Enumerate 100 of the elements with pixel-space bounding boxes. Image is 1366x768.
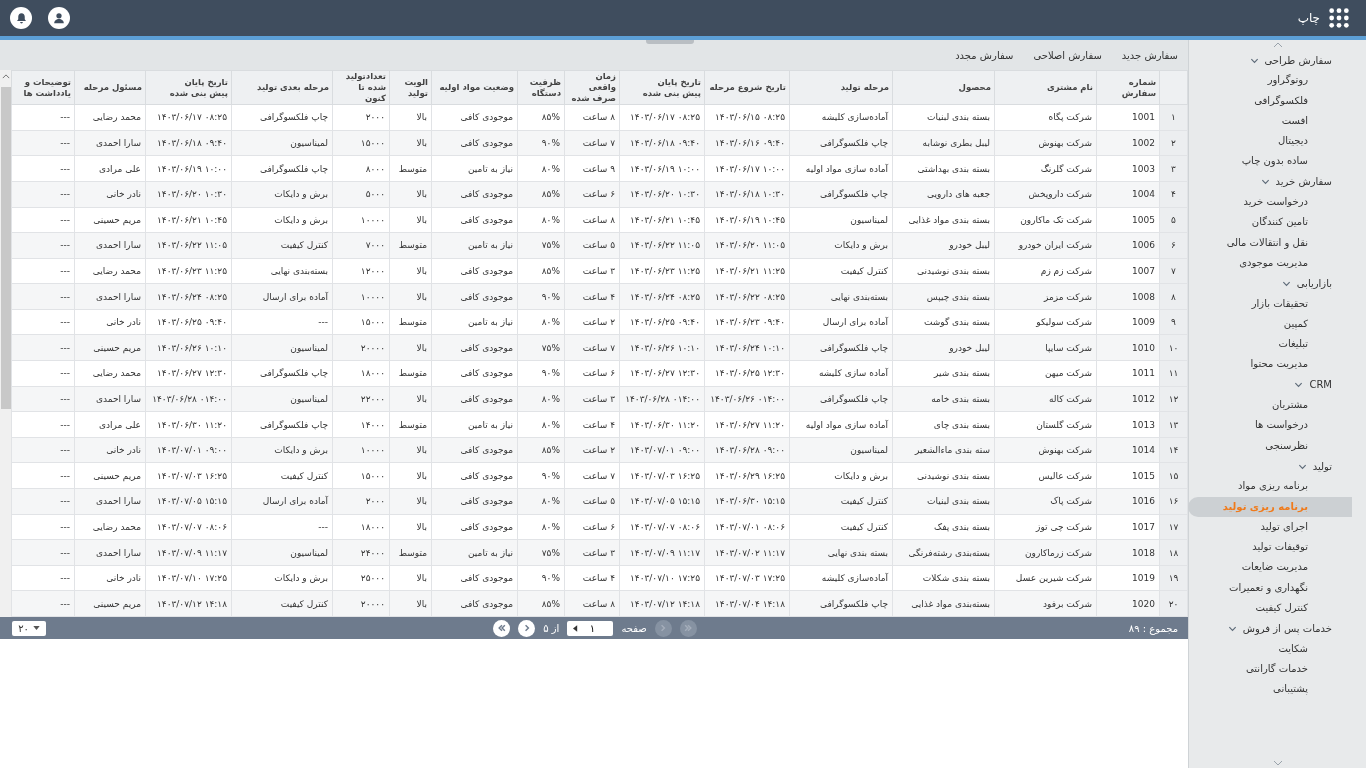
product-name-cell: بسته بندی پفک [892, 514, 995, 540]
start-date-cell: ۱۰:۴۵ ۱۴۰۳/۰۶/۱۹ [704, 207, 790, 233]
machine-capacity-cell: ۸۵% [517, 258, 565, 284]
nav-item[interactable]: مدیریت ضایعات [1189, 557, 1366, 578]
start-date-cell: ۰۱۴:۰۰ ۱۴۰۳/۰۶/۲۶ [704, 386, 790, 412]
start-date-cell: ۱۱:۰۵ ۱۴۰۳/۰۶/۲۰ [704, 232, 790, 259]
stage-owner-cell: علی مرادی [74, 155, 146, 182]
nav-item[interactable]: روتوگراور [1189, 70, 1366, 91]
toolbar-link[interactable]: سفارش اصلاحی [1033, 49, 1102, 61]
page-field[interactable]: ۱ [567, 620, 614, 636]
end-date-cell: ۱۱:۰۵ ۱۴۰۳/۰۶/۲۲ [619, 232, 705, 259]
column-header: وضعیت مواد اولیه [431, 70, 518, 105]
end-date-cell: ۰۹:۰۰ ۱۴۰۳/۰۷/۰۱ [619, 437, 705, 463]
actual-time-cell: ۷ ساعت [564, 462, 620, 489]
order-number-cell: 1013 [1096, 411, 1160, 438]
nav-group[interactable]: خدمات پس از فروش [1189, 618, 1366, 639]
nav-item[interactable]: درخواست خرید [1189, 192, 1366, 213]
end-date-cell: ۱۱:۲۰ ۱۴۰۳/۰۶/۳۰ [619, 411, 705, 438]
nav-group[interactable]: تولید [1189, 455, 1366, 477]
nav-item[interactable]: مدیریت موجودی [1189, 252, 1366, 274]
customer-name-cell: شرکت گلستان [994, 411, 1097, 438]
material-status-cell: موجودی کافی [431, 488, 518, 515]
nav-item[interactable]: دیجیتال [1189, 131, 1366, 152]
row-number-cell: ۲۰ [1159, 590, 1188, 617]
row-number-cell: ۱۳ [1159, 411, 1188, 438]
nav-item[interactable]: نظرسنجی [1189, 435, 1366, 456]
nav-item[interactable]: درخواست ها [1189, 415, 1366, 436]
end-date-cell: ۰۸:۲۵ ۱۴۰۳/۰۶/۱۷ [145, 104, 232, 131]
nav-item[interactable]: مشتریان [1189, 395, 1366, 416]
produced-count-cell: ۱۴۰۰۰ [332, 411, 390, 438]
nav-item[interactable]: خدمات گارانتی [1189, 658, 1366, 680]
product-name-cell: بسته بندی خامه [892, 386, 995, 412]
product-name-cell: بسته بندی چیپس [892, 283, 995, 310]
nav-group[interactable]: CRM [1189, 374, 1366, 396]
production-stage-cell: کنترل کیفیت [789, 258, 893, 284]
nav-item[interactable]: کمپین [1189, 313, 1366, 335]
nav-item[interactable]: نگهداری و تعمیرات [1189, 577, 1366, 598]
nav-item[interactable]: پشتیبانی [1189, 679, 1366, 700]
produced-count-cell: ۱۵۰۰۰ [332, 462, 390, 489]
end-date-cell: ۰۹:۰۰ ۱۴۰۳/۰۷/۰۱ [145, 437, 232, 463]
customer-name-cell: شرکت چی توز [994, 514, 1097, 540]
end-date-cell: ۱۵:۱۵ ۱۴۰۳/۰۷/۰۵ [619, 488, 705, 515]
end-date-cell: ۰۱۴:۰۰ ۱۴۰۳/۰۶/۲۸ [619, 386, 705, 412]
row-number-cell: ۳ [1159, 155, 1188, 182]
nav-item[interactable]: فلکسوگرافی [1189, 90, 1366, 111]
material-status-cell: موجودی کافی [431, 514, 518, 540]
row-number-cell: ۱۹ [1159, 565, 1188, 591]
priority-cell: بالا [389, 462, 432, 489]
nav-item[interactable]: مدیریت محتوا [1189, 354, 1366, 375]
priority-cell: بالا [389, 283, 432, 310]
end-date-cell: ۱۰:۳۰ ۱۴۰۳/۰۶/۲۰ [145, 181, 232, 207]
nav-item[interactable]: برنامه ریزی مواد [1189, 476, 1366, 497]
actual-time-cell: ۴ ساعت [564, 411, 620, 438]
notes-cell: --- [11, 437, 75, 463]
nav-item[interactable]: نقل و انتقالات مالی [1189, 232, 1366, 253]
order-number-cell: 1004 [1096, 181, 1160, 207]
product-name-cell: بسته بندی شکلات [892, 565, 995, 591]
nav-group[interactable]: بازاریابی [1189, 273, 1366, 294]
nav-group[interactable]: سفارش خرید [1189, 171, 1366, 193]
start-date-cell: ۱۲:۳۰ ۱۴۰۳/۰۶/۲۵ [704, 360, 790, 387]
end-date-cell: ۱۷:۲۵ ۱۴۰۳/۰۷/۱۰ [145, 565, 232, 591]
nav-item[interactable]: ساده بدون چاپ [1189, 151, 1366, 172]
next-stage-cell: چاپ فلکسوگرافی [231, 155, 333, 182]
product-name-cell: بسته بندی گوشت [892, 309, 995, 335]
column-header: توضیحات و یادداشت ها [11, 70, 75, 105]
end-date-cell: ۰۹:۴۰ ۱۴۰۳/۰۶/۱۸ [145, 130, 232, 156]
production-stage-cell: آماده‌سازی کلیشه [789, 565, 893, 591]
end-date-cell: ۱۱:۱۷ ۱۴۰۳/۰۷/۰۹ [619, 539, 705, 566]
end-date-cell: ۱۵:۱۵ ۱۴۰۳/۰۷/۰۵ [145, 488, 232, 515]
nav-item[interactable]: تحقیقات بازار [1189, 293, 1366, 314]
material-status-cell: نیاز به تامین [431, 309, 518, 335]
toolbar-link[interactable]: سفارش مجدد [955, 49, 1014, 61]
toolbar-link[interactable]: سفارش جدید [1121, 49, 1178, 61]
priority-cell: بالا [389, 590, 432, 617]
start-date-cell: ۰۸:۰۶ ۱۴۰۳/۰۷/۰۱ [704, 514, 790, 540]
nav-item[interactable]: تبلیغات [1189, 334, 1366, 355]
priority-cell: بالا [389, 335, 432, 361]
end-date-cell: ۰۸:۲۵ ۱۴۰۳/۰۶/۲۴ [619, 283, 705, 310]
nav-item[interactable]: اجرای تولید [1189, 516, 1366, 538]
nav-item[interactable]: توقیفات تولید [1189, 537, 1366, 558]
start-date-cell: ۰۸:۲۵ ۱۴۰۳/۰۶/۱۵ [704, 104, 790, 131]
column-header: الویت تولید [389, 70, 432, 105]
order-number-cell: 1011 [1096, 360, 1160, 387]
end-date-cell: ۱۰:۰۰ ۱۴۰۳/۰۶/۱۹ [619, 155, 705, 182]
stage-owner-cell: سارا احمدی [74, 232, 146, 259]
stage-owner-cell: نادر خانی [74, 309, 146, 335]
priority-cell: بالا [389, 130, 432, 156]
material-status-cell: موجودی کافی [431, 386, 518, 412]
priority-cell: بالا [389, 207, 432, 233]
end-date-cell: ۱۴:۱۸ ۱۴۰۳/۰۷/۱۲ [619, 590, 705, 617]
nav-item[interactable]: تامین کنندگان [1189, 212, 1366, 233]
column-header: تاریخ پایان پیش بنی شده [619, 70, 705, 105]
start-date-cell: ۱۷:۲۵ ۱۴۰۳/۰۷/۰۳ [704, 565, 790, 591]
nav-item[interactable]: شکایت [1189, 638, 1366, 659]
actual-time-cell: ۶ ساعت [564, 514, 620, 540]
nav-group[interactable]: سفارش طراحی [1189, 50, 1366, 71]
production-stage-cell: آماده سازی مواد اولیه [789, 411, 893, 438]
nav-item[interactable]: افست [1189, 110, 1366, 132]
page-size-select[interactable]: ۲۰ [12, 620, 46, 636]
nav-item[interactable]: کنترل کیفیت [1189, 598, 1366, 619]
